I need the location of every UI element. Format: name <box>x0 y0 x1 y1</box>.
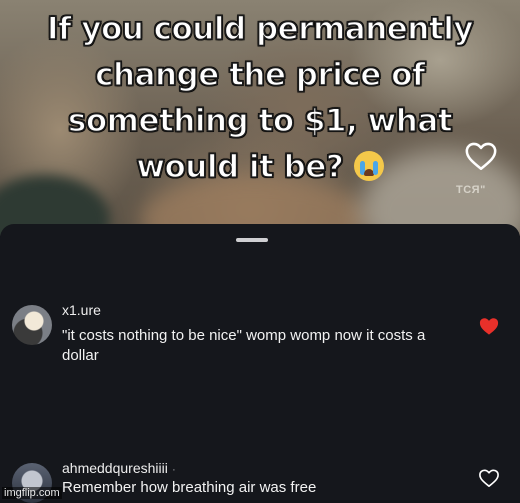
imgflip-watermark: imgflip.com <box>2 487 62 499</box>
avatar[interactable] <box>12 305 52 345</box>
comments-sheet: x1.ure "it costs nothing to be nice" wom… <box>0 224 520 503</box>
comment-text: Remember how breathing air was free <box>62 479 317 496</box>
video-frame[interactable]: If you could permanently change the pric… <box>0 0 520 236</box>
heart-outline-icon[interactable] <box>478 468 500 488</box>
username-separator: · <box>171 462 176 476</box>
heart-outline-icon[interactable] <box>464 140 498 172</box>
comment-username-row[interactable]: ahmeddqureshiiii · <box>62 460 176 476</box>
comment-text: "it costs nothing to be nice" womp womp … <box>62 327 426 364</box>
video-watermark: TCЯ" <box>456 184 486 196</box>
comment-username[interactable]: ahmeddqureshiiii <box>62 460 168 476</box>
heart-filled-icon[interactable] <box>478 316 500 336</box>
comment-username[interactable]: x1.ure <box>62 302 101 318</box>
crying-face-emoji-icon <box>353 151 384 181</box>
video-caption: If you could permanently change the pric… <box>20 6 500 190</box>
caption-text: If you could permanently change the pric… <box>46 10 474 186</box>
sheet-drag-handle[interactable] <box>236 238 268 242</box>
